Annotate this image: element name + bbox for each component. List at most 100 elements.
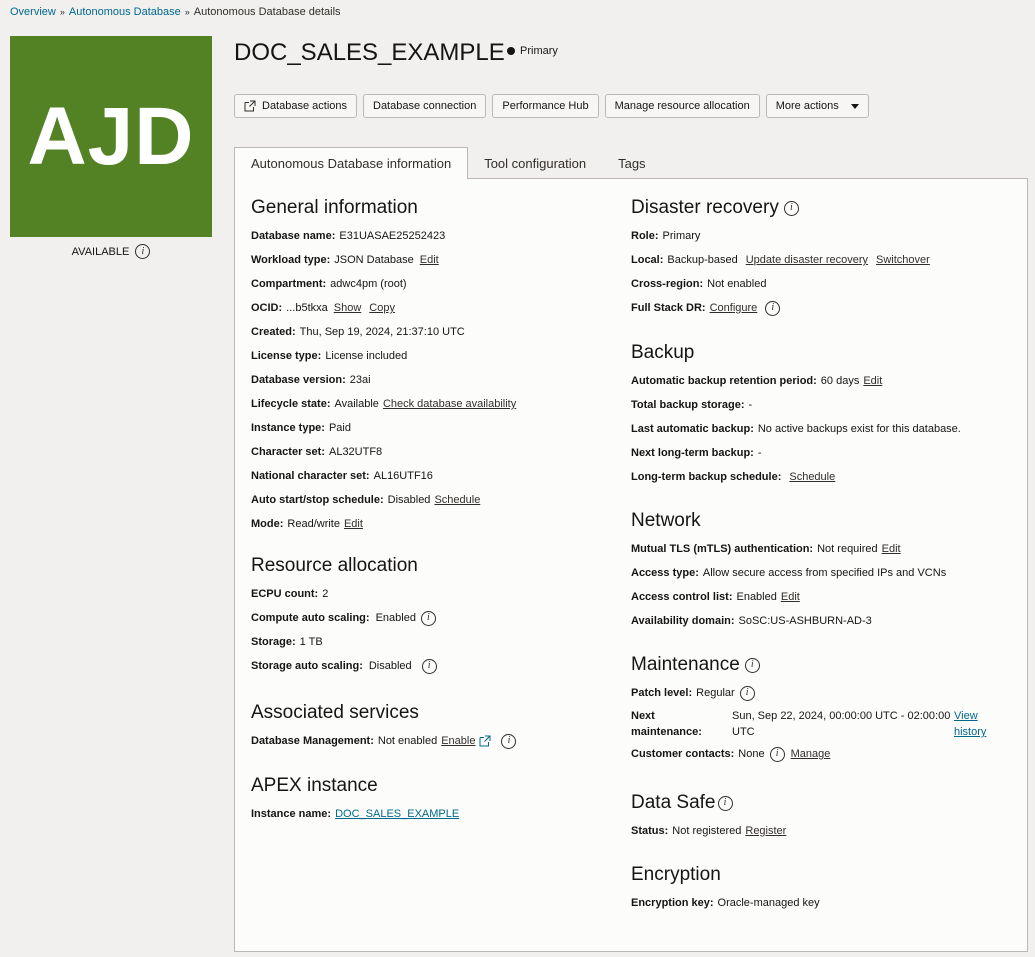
field-value: adwc4pm (root) (330, 278, 407, 290)
field-label: Total backup storage: (631, 399, 745, 411)
tab-tool-configuration[interactable]: Tool configuration (468, 148, 602, 179)
edit-acl-link[interactable]: Edit (781, 591, 800, 603)
info-icon[interactable]: i (783, 200, 799, 216)
field-value: SoSC:US-ASHBURN-AD-3 (738, 615, 872, 627)
edit-backup-retention-link[interactable]: Edit (863, 375, 882, 387)
long-term-backup-schedule-link[interactable]: Schedule (789, 471, 835, 483)
breadcrumb-autonomous-database[interactable]: Autonomous Database (69, 6, 181, 18)
database-connection-button[interactable]: Database connection (363, 94, 487, 118)
field-value: - (757, 447, 762, 459)
backup-section: Backup Automatic backup retention period… (631, 342, 1011, 489)
field-value: JSON Database (334, 254, 414, 266)
section-heading-text: Data Safe (631, 792, 716, 813)
section-heading: APEX instance (251, 775, 378, 796)
database-actions-button[interactable]: Database actions (234, 94, 357, 118)
info-icon[interactable]: i (765, 300, 781, 316)
register-data-safe-link[interactable]: Register (745, 825, 786, 837)
info-icon[interactable]: i (421, 658, 437, 674)
field-value: 2 (322, 588, 329, 600)
next-long-term-backup-row: Next long-term backup: - (631, 441, 1011, 465)
info-icon[interactable]: i (420, 610, 436, 626)
field-value: Allow secure access from specified IPs a… (702, 567, 947, 579)
field-label: Last automatic backup: (631, 423, 754, 435)
field-label: Workload type: (251, 254, 331, 266)
performance-hub-button[interactable]: Performance Hub (492, 94, 599, 118)
compartment-row: Compartment: adwc4pm (root) (251, 272, 611, 296)
switchover-link[interactable]: Switchover (876, 254, 930, 266)
breadcrumb-overview[interactable]: Overview (10, 6, 56, 18)
info-icon[interactable]: i (769, 746, 785, 762)
role-badge: Primary (507, 45, 558, 57)
update-disaster-recovery-link[interactable]: Update disaster recovery (746, 254, 868, 266)
ecpu-count-row: ECPU count: 2 (251, 582, 611, 606)
check-database-availability-link[interactable]: Check database availability (383, 398, 516, 410)
field-value: Primary (662, 230, 701, 242)
edit-mtls-link[interactable]: Edit (882, 543, 901, 555)
lifecycle-status-label: AVAILABLE (71, 245, 130, 258)
field-label-line: Next (631, 710, 655, 722)
field-label: Next maintenance: (631, 708, 732, 740)
field-value: 1 TB (299, 636, 323, 648)
breadcrumb-current: Autonomous Database details (193, 6, 341, 18)
manage-customer-contacts-link[interactable]: Manage (791, 748, 831, 760)
info-icon[interactable]: i (717, 795, 733, 811)
logo-text: AJD (27, 90, 195, 182)
info-icon[interactable]: i (739, 685, 755, 701)
field-label: Compute auto scaling: (251, 612, 370, 624)
patch-level-row: Patch level: Regular i (631, 681, 1011, 705)
more-actions-button[interactable]: More actions (765, 94, 869, 118)
field-label: Next long-term backup: (631, 447, 754, 459)
field-value: None (738, 748, 765, 760)
full-stack-dr-row: Full Stack DR: Configure i (631, 296, 1011, 320)
action-toolbar: Database actions Database connection Per… (234, 94, 869, 118)
database-actions-label: Database actions (262, 100, 347, 112)
tab-tags[interactable]: Tags (602, 148, 661, 179)
copy-ocid-link[interactable]: Copy (369, 302, 395, 314)
field-value: Regular (696, 687, 735, 699)
field-value: Not enabled (707, 278, 767, 290)
field-label: Lifecycle state: (251, 398, 331, 410)
view-history-link[interactable]: View history (954, 708, 994, 740)
show-ocid-link[interactable]: Show (334, 302, 362, 314)
database-management-row: Database Management: Not enabled Enable i (251, 729, 611, 753)
tab-autonomous-database-information[interactable]: Autonomous Database information (234, 147, 469, 179)
next-maintenance-row: Next maintenance: Sun, Sep 22, 2024, 00:… (631, 708, 1011, 740)
section-heading: Associated services (251, 702, 419, 723)
section-heading: Resource allocation (251, 555, 418, 576)
field-value: Enabled (375, 612, 416, 624)
field-value: AL16UTF16 (373, 470, 433, 482)
data-safe-section: Data Safe i Status: Not registered Register (631, 792, 1011, 843)
field-value: Not registered (672, 825, 742, 837)
external-link-icon[interactable] (479, 735, 491, 747)
breadcrumb-separator-icon: » (59, 7, 65, 17)
apex-instance-link[interactable]: DOC_SALES_EXAMPLE (335, 808, 459, 820)
view-history-link-line[interactable]: View (954, 708, 986, 724)
manage-resource-allocation-button[interactable]: Manage resource allocation (604, 94, 760, 118)
schedule-auto-start-stop-link[interactable]: Schedule (434, 494, 480, 506)
edit-mode-link[interactable]: Edit (344, 518, 363, 530)
field-label: Auto start/stop schedule: (251, 494, 384, 506)
field-value: Thu, Sep 19, 2024, 21:37:10 UTC (299, 326, 465, 338)
backup-retention-row: Automatic backup retention period: 60 day… (631, 369, 1011, 393)
section-heading: Encryption (631, 864, 721, 885)
info-icon[interactable]: i (744, 657, 760, 673)
info-icon[interactable]: i (501, 733, 517, 749)
view-history-link-line[interactable]: history (954, 724, 986, 740)
caret-down-icon (850, 103, 859, 109)
field-value: Not required (817, 543, 878, 555)
data-safe-status-row: Status: Not registered Register (631, 819, 1011, 843)
last-automatic-backup-row: Last automatic backup: No active backups … (631, 417, 1011, 441)
section-heading: Backup (631, 342, 695, 363)
edit-workload-type-link[interactable]: Edit (420, 254, 439, 266)
database-type-logo: AJD (10, 36, 212, 237)
info-icon[interactable]: i (135, 244, 151, 259)
character-set-row: Character set: AL32UTF8 (251, 440, 611, 464)
mtls-row: Mutual TLS (mTLS) authentication: Not req… (631, 537, 1011, 561)
breadcrumb: Overview » Autonomous Database » Autonom… (10, 6, 341, 18)
field-label: Access control list: (631, 591, 733, 603)
field-label: Patch level: (631, 687, 693, 699)
configure-full-stack-dr-link[interactable]: Configure (710, 302, 758, 314)
section-heading: General information (251, 197, 418, 218)
field-value: Available (334, 398, 379, 410)
enable-database-management-link[interactable]: Enable (441, 735, 475, 747)
